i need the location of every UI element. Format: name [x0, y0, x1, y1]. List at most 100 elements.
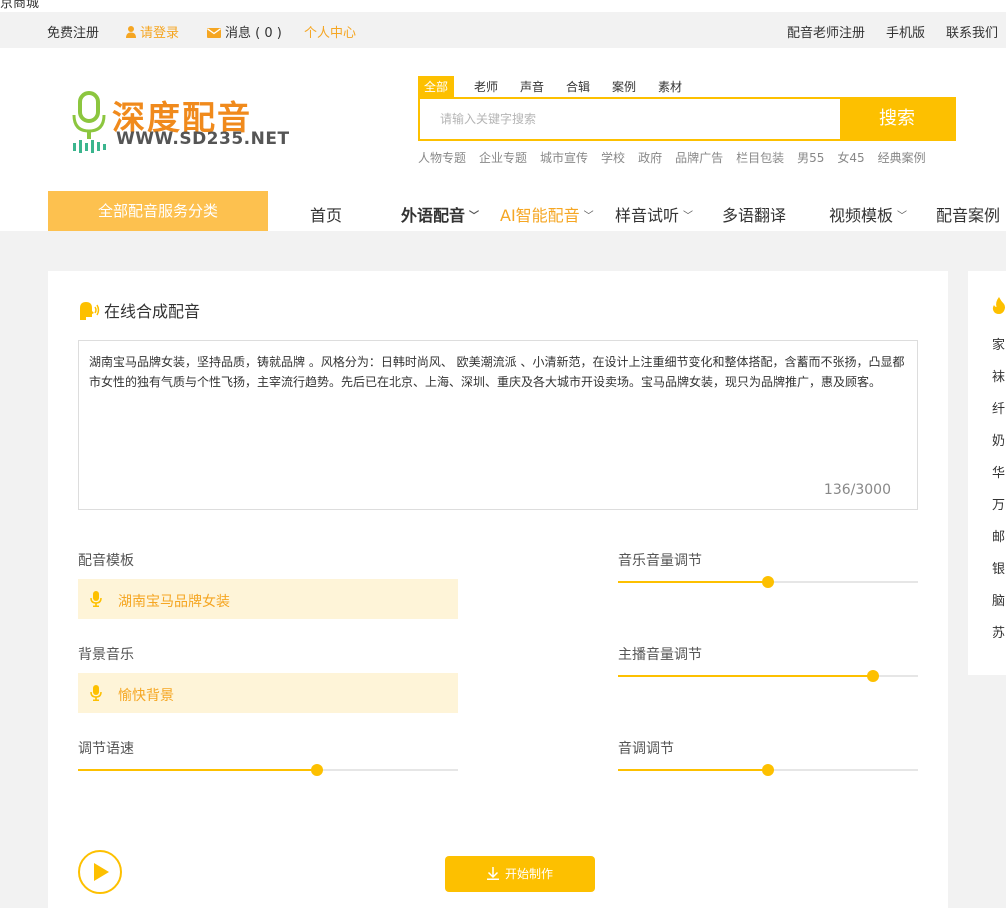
- slider-fill: [618, 769, 768, 771]
- user-center-link[interactable]: 个人中心: [304, 22, 356, 41]
- chevron-down-icon: ﹀: [583, 211, 594, 222]
- search-tab-case[interactable]: 案例: [612, 76, 636, 98]
- hot-word[interactable]: 男55: [797, 151, 824, 165]
- start-production-label: 开始制作: [504, 867, 553, 881]
- microphone-icon: [90, 591, 102, 611]
- hot-list-item[interactable]: 万: [992, 494, 1005, 513]
- nav-label: 视频模板: [829, 206, 894, 225]
- nav-item-video-templates[interactable]: 视频模板 ﹀: [829, 202, 907, 226]
- top-clipped-bar: 京商城: [0, 0, 1006, 12]
- logo-url-text: WWW.SD235.NET: [116, 129, 290, 149]
- nav-item-cases[interactable]: 配音案例: [936, 202, 1000, 226]
- speed-label: 调节语速: [78, 741, 134, 757]
- slider-handle[interactable]: [762, 764, 774, 776]
- search-tab-collection[interactable]: 合辑: [566, 76, 590, 98]
- nav-label: 外语配音: [401, 206, 466, 225]
- synthesis-text[interactable]: 湖南宝马品牌女装，坚持品质，铸就品牌 。风格分为：日韩时尚风、 欧美潮流派 、小…: [89, 352, 907, 392]
- panel-title: 在线合成配音: [78, 298, 200, 324]
- site-logo[interactable]: 深度配音 WWW.SD235.NET: [72, 91, 292, 155]
- hot-list-item[interactable]: 袜: [992, 366, 1005, 385]
- hot-word[interactable]: 企业专题: [479, 151, 527, 165]
- online-synthesis-panel: 在线合成配音 湖南宝马品牌女装，坚持品质，铸就品牌 。风格分为：日韩时尚风、 欧…: [48, 271, 948, 908]
- chevron-down-icon: ﹀: [683, 211, 694, 222]
- site-header: 深度配音 WWW.SD235.NET 全部 老师 声音 合辑 案例 素材 搜索 …: [0, 48, 1006, 231]
- slider-fill: [618, 581, 768, 583]
- synthesis-text-area[interactable]: 湖南宝马品牌女装，坚持品质，铸就品牌 。风格分为：日韩时尚风、 欧美潮流派 、小…: [78, 340, 918, 510]
- top-clipped-text: 京商城: [0, 0, 40, 11]
- bgm-select[interactable]: 愉快背景: [78, 673, 458, 713]
- search-button[interactable]: 搜索: [840, 99, 954, 139]
- pitch-label: 音调调节: [618, 741, 674, 757]
- hot-list-item[interactable]: 纤: [992, 398, 1005, 417]
- nav-label: 样音试听: [615, 206, 680, 225]
- chevron-down-icon: ﹀: [897, 211, 908, 222]
- play-icon: [94, 863, 109, 881]
- hot-list-item[interactable]: 银: [992, 558, 1005, 577]
- download-arrow-icon: [486, 858, 499, 894]
- hot-word[interactable]: 政府: [638, 151, 662, 165]
- contact-link[interactable]: 联系我们: [946, 22, 998, 41]
- nav-item-ai-dubbing[interactable]: AI智能配音 ﹀: [500, 202, 594, 226]
- search-tab-voice[interactable]: 声音: [520, 76, 544, 98]
- login-link[interactable]: 请登录: [126, 22, 179, 42]
- slider-handle[interactable]: [867, 670, 879, 682]
- template-value: 湖南宝马品牌女装: [118, 594, 230, 610]
- bgm-label: 背景音乐: [78, 647, 134, 663]
- template-select[interactable]: 湖南宝马品牌女装: [78, 579, 458, 619]
- host-volume-label: 主播音量调节: [618, 647, 702, 663]
- search-input[interactable]: [420, 99, 840, 139]
- pitch-slider[interactable]: [618, 764, 918, 776]
- fire-icon: [992, 297, 1006, 318]
- hot-word[interactable]: 栏目包装: [736, 151, 784, 165]
- hot-list-item[interactable]: 邮: [992, 526, 1005, 545]
- nav-item-home[interactable]: 首页: [310, 202, 342, 226]
- slider-handle[interactable]: [311, 764, 324, 776]
- music-volume-label: 音乐音量调节: [618, 553, 702, 569]
- bgm-value: 愉快背景: [118, 688, 174, 704]
- hot-word[interactable]: 学校: [601, 151, 625, 165]
- speed-slider[interactable]: [78, 764, 458, 776]
- start-production-button[interactable]: 开始制作: [445, 856, 595, 892]
- hot-word[interactable]: 女45: [837, 151, 864, 165]
- char-counter: 136/3000: [823, 482, 891, 498]
- user-icon: [126, 26, 136, 42]
- microphone-icon: [90, 685, 102, 705]
- template-label: 配音模板: [78, 553, 134, 569]
- hot-list-item[interactable]: 家: [992, 334, 1005, 353]
- search-tab-all[interactable]: 全部: [418, 76, 455, 98]
- hot-list-item[interactable]: 脑: [992, 590, 1005, 609]
- search-tab-material[interactable]: 素材: [658, 76, 682, 98]
- messages-link[interactable]: 消息 ( 0 ): [207, 22, 282, 42]
- play-button[interactable]: [78, 850, 122, 894]
- chevron-down-icon: ﹀: [469, 211, 480, 222]
- nav-item-translation[interactable]: 多语翻译: [722, 202, 786, 226]
- hot-word[interactable]: 城市宣传: [540, 151, 588, 165]
- slider-fill: [78, 769, 318, 771]
- slider-handle[interactable]: [762, 576, 774, 588]
- microphone-logo-icon: [72, 91, 106, 153]
- search-tab-teacher[interactable]: 老师: [474, 76, 498, 98]
- messages-label: 消息 ( 0 ): [225, 26, 282, 41]
- nav-item-foreign-dubbing[interactable]: 外语配音 ﹀: [401, 202, 479, 226]
- nav-item-sample-listen[interactable]: 样音试听 ﹀: [615, 202, 693, 226]
- slider-fill: [618, 675, 873, 677]
- all-categories-button[interactable]: 全部配音服务分类: [48, 191, 268, 231]
- speaking-head-icon: [78, 302, 100, 324]
- mail-icon: [207, 27, 221, 42]
- teacher-register-link[interactable]: 配音老师注册: [787, 22, 865, 41]
- register-link[interactable]: 免费注册: [47, 22, 99, 41]
- search-box: 搜索: [418, 97, 956, 141]
- hot-word[interactable]: 人物专题: [418, 151, 466, 165]
- hot-list-item[interactable]: 苏: [992, 622, 1005, 641]
- hot-word[interactable]: 品牌广告: [675, 151, 723, 165]
- music-volume-slider[interactable]: [618, 576, 918, 588]
- host-volume-slider[interactable]: [618, 670, 918, 682]
- hot-words: 人物专题 企业专题 城市宣传 学校 政府 品牌广告 栏目包装 男55 女45 经典案例: [418, 149, 939, 166]
- hot-list-item[interactable]: 华: [992, 462, 1005, 481]
- hot-list-item[interactable]: 奶: [992, 430, 1005, 449]
- nav-label: AI智能配音: [500, 206, 580, 225]
- panel-title-text: 在线合成配音: [104, 302, 201, 321]
- utility-bar: 免费注册 请登录 消息 ( 0 ) 个人中心 配音老师注册 手机版 联系我们: [0, 12, 1006, 48]
- mobile-link[interactable]: 手机版: [886, 22, 925, 41]
- hot-word[interactable]: 经典案例: [878, 151, 926, 165]
